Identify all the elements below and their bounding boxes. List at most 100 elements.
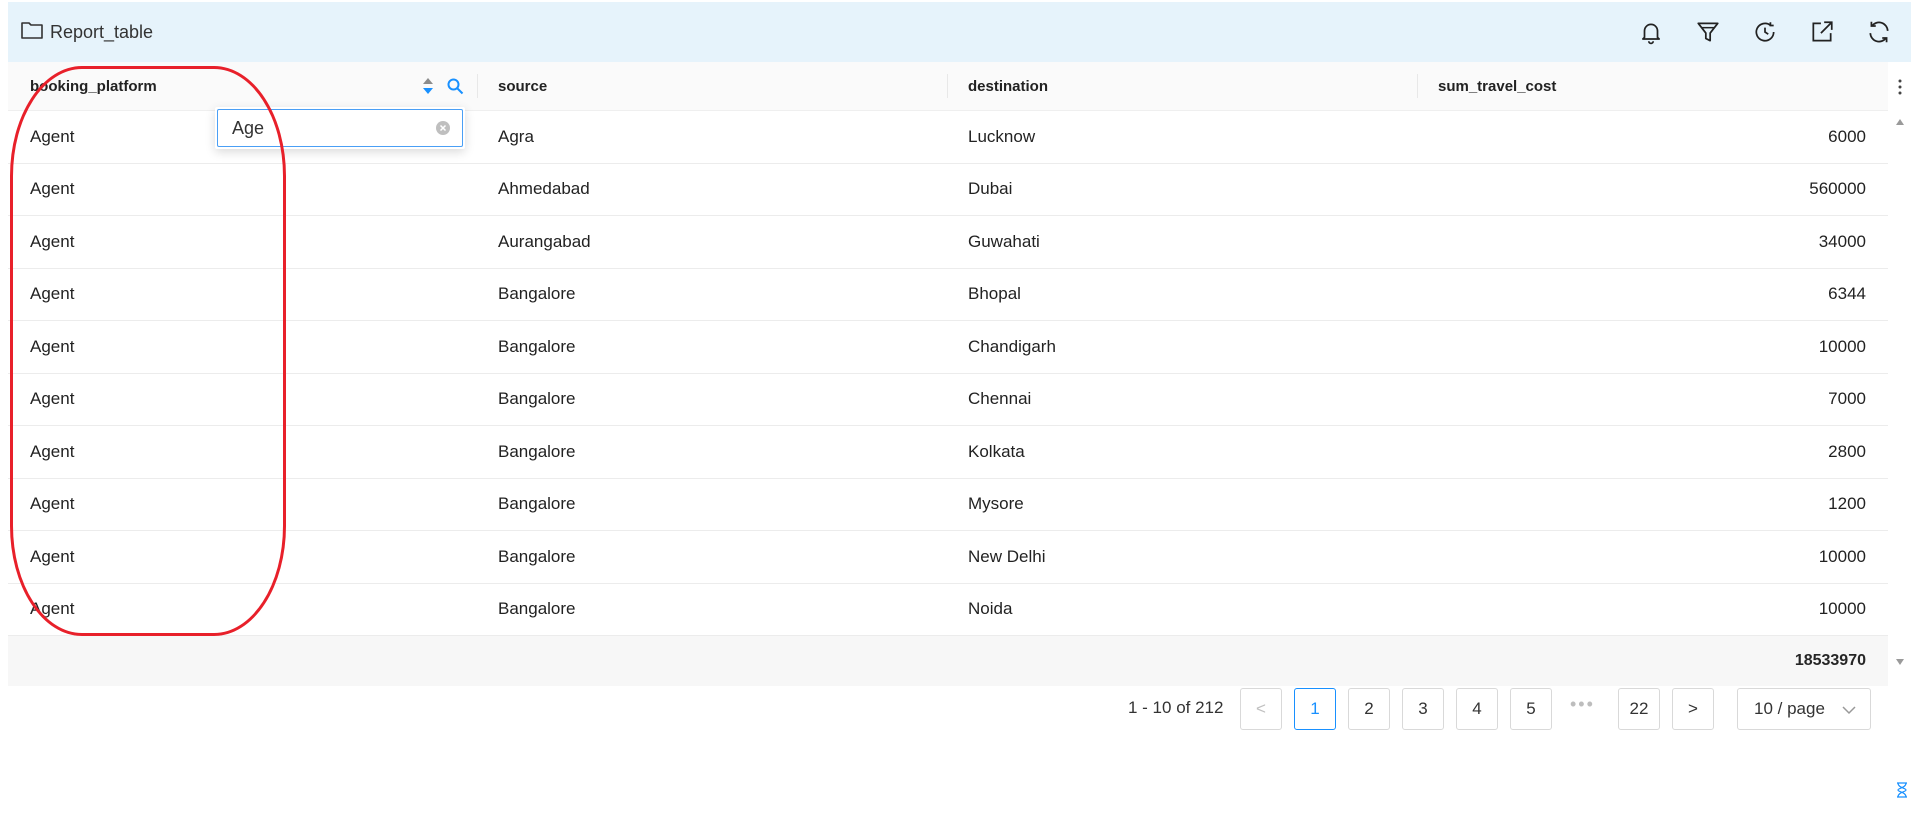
pagination: 1 - 10 of 212 < 1 2 3 4 5 ••• 22 > 10 / …	[0, 688, 1919, 732]
page-number: 1	[1310, 699, 1320, 718]
page-number: 3	[1418, 699, 1428, 718]
cell-booking-platform: Agent	[30, 546, 75, 566]
table-body: Agent Agra Lucknow 6000 Agent Ahmedabad Dubai 5…	[8, 111, 1888, 636]
column-header-source[interactable]: source	[478, 62, 948, 110]
cell-destination: Dubai	[968, 179, 1013, 199]
table-row[interactable]: Agent Bangalore Chandigarh 10000	[8, 321, 1888, 374]
table-row[interactable]: Agent Aurangabad Guwahati 34000	[8, 216, 1888, 269]
cell-sum-travel-cost: 10000	[1818, 599, 1866, 619]
page-5-button[interactable]: 5	[1510, 688, 1552, 730]
column-filter-dropdown	[215, 107, 465, 149]
cell-booking-platform: Agent	[30, 599, 75, 619]
column-tools	[420, 76, 464, 96]
page-4-button[interactable]: 4	[1456, 688, 1498, 730]
cell-destination: Chandigarh	[968, 336, 1056, 356]
column-header-label: booking_platform	[30, 77, 157, 95]
table-row[interactable]: Agent Bangalore Mysore 1200	[8, 479, 1888, 531]
cell-source: Ahmedabad	[498, 179, 590, 199]
bell-icon[interactable]	[1622, 2, 1679, 62]
cell-sum-travel-cost: 6344	[1828, 284, 1866, 304]
total-travel-cost: 18533970	[1794, 652, 1866, 669]
next-page-button[interactable]: >	[1672, 688, 1714, 730]
clear-icon[interactable]	[435, 120, 451, 136]
sort-icon[interactable]	[420, 76, 436, 96]
cell-source: Aurangabad	[498, 231, 591, 251]
cell-booking-platform: Agent	[30, 231, 75, 251]
report-table: booking_platform source destination sum_…	[8, 62, 1888, 686]
page-2-button[interactable]: 2	[1348, 688, 1390, 730]
cell-sum-travel-cost: 10000	[1818, 546, 1866, 566]
table-header: booking_platform source destination sum_…	[8, 62, 1888, 111]
chevron-right-icon: >	[1688, 699, 1698, 718]
cell-destination: Lucknow	[968, 126, 1036, 146]
cell-source: Bangalore	[498, 389, 576, 409]
column-header-label: source	[498, 77, 548, 95]
table-row[interactable]: Agent Bangalore Kolkata 2800	[8, 426, 1888, 479]
page-number: 5	[1526, 699, 1536, 718]
column-header-label: destination	[968, 77, 1049, 95]
hourglass-icon	[1897, 782, 1907, 798]
report-title-group: Report_table	[20, 18, 153, 47]
chevron-down-icon	[1842, 706, 1856, 715]
history-icon[interactable]	[1736, 2, 1793, 62]
cell-sum-travel-cost: 10000	[1818, 336, 1866, 356]
cell-booking-platform: Agent	[30, 179, 75, 199]
cell-booking-platform: Agent	[30, 284, 75, 304]
table-row[interactable]: Agent Ahmedabad Dubai 560000	[8, 164, 1888, 216]
page-3-button[interactable]: 3	[1402, 688, 1444, 730]
cell-destination: Chennai	[968, 389, 1032, 409]
page-size-value: 10 / page	[1754, 699, 1825, 718]
cell-source: Bangalore	[498, 599, 576, 619]
cell-sum-travel-cost: 1200	[1828, 494, 1866, 514]
column-header-booking-platform[interactable]: booking_platform	[8, 62, 478, 110]
cell-destination: Mysore	[968, 494, 1024, 514]
page-number: 4	[1472, 699, 1482, 718]
table-row[interactable]: Agent Bangalore New Delhi 10000	[8, 531, 1888, 584]
cell-source: Bangalore	[498, 546, 576, 566]
cell-destination: Kolkata	[968, 441, 1025, 461]
page-22-button[interactable]: 22	[1618, 688, 1660, 730]
cell-booking-platform: Agent	[30, 389, 75, 409]
more-pages-ellipsis[interactable]: •••	[1570, 694, 1595, 715]
scroll-down-arrow-icon[interactable]	[1895, 658, 1905, 666]
more-vertical-icon[interactable]	[1895, 76, 1905, 98]
pagination-summary: 1 - 10 of 212	[1128, 698, 1224, 717]
report-header: Report_table	[8, 2, 1911, 62]
cell-sum-travel-cost: 34000	[1818, 231, 1866, 251]
cell-sum-travel-cost: 7000	[1828, 389, 1866, 409]
report-title: Report_table	[50, 21, 154, 42]
cell-destination: Noida	[968, 599, 1013, 619]
cell-destination: Guwahati	[968, 231, 1040, 251]
refresh-icon[interactable]	[1850, 2, 1907, 62]
cell-source: Bangalore	[498, 336, 576, 356]
table-summary-row: 18533970	[8, 636, 1888, 686]
search-icon[interactable]	[446, 77, 464, 95]
page-number: 22	[1629, 699, 1649, 718]
folder-icon	[20, 18, 44, 47]
page-number: 2	[1364, 699, 1374, 718]
column-header-sum-travel-cost[interactable]: sum_travel_cost	[1418, 62, 1888, 110]
cell-sum-travel-cost: 6000	[1828, 126, 1866, 146]
header-toolbar	[1622, 2, 1907, 62]
column-header-destination[interactable]: destination	[948, 62, 1418, 110]
cell-sum-travel-cost: 2800	[1828, 441, 1866, 461]
cell-source: Bangalore	[498, 494, 576, 514]
cell-destination: New Delhi	[968, 546, 1046, 566]
cell-source: Agra	[498, 126, 534, 146]
table-row[interactable]: Agent Bangalore Bhopal 6344	[8, 269, 1888, 321]
export-icon[interactable]	[1793, 2, 1850, 62]
cell-booking-platform: Agent	[30, 441, 75, 461]
column-header-label: sum_travel_cost	[1438, 77, 1557, 95]
page-1-button[interactable]: 1	[1294, 688, 1336, 730]
scroll-up-arrow-icon[interactable]	[1895, 118, 1905, 126]
previous-page-button[interactable]: <	[1240, 688, 1282, 730]
table-row[interactable]: Agent Bangalore Chennai 7000	[8, 374, 1888, 426]
cell-source: Bangalore	[498, 441, 576, 461]
page-size-select[interactable]: 10 / page	[1737, 688, 1871, 730]
chevron-left-icon: <	[1256, 699, 1266, 718]
cell-source: Bangalore	[498, 284, 576, 304]
cell-booking-platform: Agent	[30, 494, 75, 514]
table-row[interactable]: Agent Bangalore Noida 10000	[8, 584, 1888, 636]
filter-icon[interactable]	[1679, 2, 1736, 62]
column-search-input[interactable]	[217, 109, 463, 147]
